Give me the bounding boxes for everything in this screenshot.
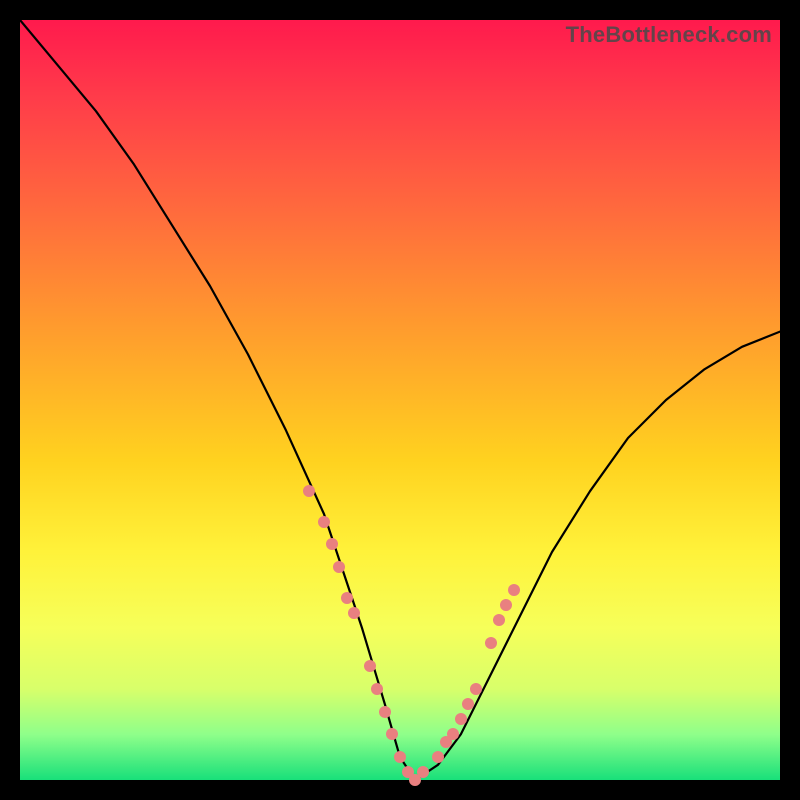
marker-dot <box>348 607 360 619</box>
marker-dot <box>371 683 383 695</box>
marker-dot <box>508 584 520 596</box>
marker-dot <box>500 599 512 611</box>
marker-dot <box>341 592 353 604</box>
marker-dot <box>455 713 467 725</box>
marker-dot <box>379 706 391 718</box>
marker-dot <box>470 683 482 695</box>
marker-dot <box>326 538 338 550</box>
marker-dot <box>318 516 330 528</box>
marker-dot <box>462 698 474 710</box>
marker-dot <box>394 751 406 763</box>
marker-dot <box>432 751 444 763</box>
marker-dot <box>493 614 505 626</box>
watermark-text: TheBottleneck.com <box>566 22 772 48</box>
marker-dot <box>485 637 497 649</box>
marker-dot <box>386 728 398 740</box>
marker-dot <box>447 728 459 740</box>
bottleneck-curve <box>20 20 780 780</box>
chart-frame: TheBottleneck.com <box>20 20 780 780</box>
marker-dot <box>417 766 429 778</box>
marker-dot <box>333 561 345 573</box>
marker-dot <box>364 660 376 672</box>
marker-dot <box>303 485 315 497</box>
